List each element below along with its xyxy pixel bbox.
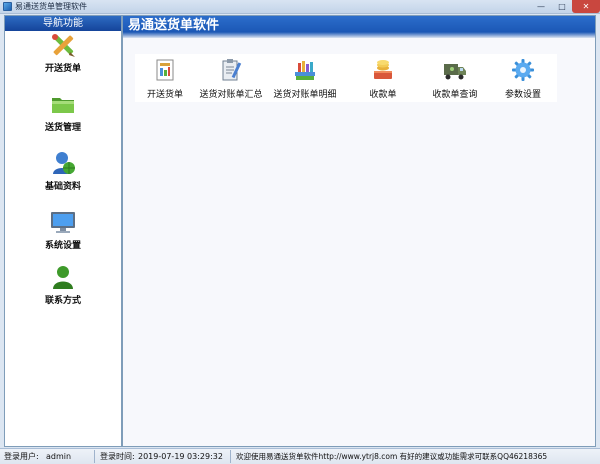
tool-receipt-query[interactable]: 收款单查询 — [425, 58, 485, 101]
maximize-button[interactable]: □ — [552, 0, 572, 13]
login-time-label: 登录时间: — [100, 452, 135, 461]
login-time-value: 2019-07-19 03:29:32 — [138, 452, 223, 461]
nav-item-system-settings[interactable]: 系统设置 — [5, 209, 121, 252]
login-user-value: admin — [46, 452, 72, 461]
window-title: 易通送货单管理软件 — [15, 2, 87, 11]
nav-item-delivery-management[interactable]: 送货管理 — [5, 91, 121, 134]
close-button[interactable]: ✕ — [572, 0, 600, 13]
nav-label: 送货管理 — [44, 123, 81, 133]
person-icon — [53, 266, 73, 289]
main-panel: 易通送货单软件 开送货单 送货对账单汇总 送货对账单明细 收款单 收款单查询 参… — [122, 15, 596, 447]
nav-label: 联系方式 — [44, 296, 81, 306]
toolbar: 开送货单 送货对账单汇总 送货对账单明细 收款单 收款单查询 参数设置 — [135, 54, 557, 102]
tool-statement-detail[interactable]: 送货对账单明细 — [271, 58, 339, 101]
tool-parameter-settings[interactable]: 参数设置 — [497, 58, 549, 101]
nav-item-contact[interactable]: 联系方式 — [5, 264, 121, 307]
minimize-button[interactable]: — — [530, 0, 552, 13]
tool-label: 开送货单 — [146, 90, 183, 100]
delivery-truck-icon — [444, 64, 466, 80]
tool-label: 送货对账单汇总 — [199, 90, 263, 100]
user-globe-icon — [53, 152, 75, 174]
banner: 易通送货单软件 — [123, 16, 595, 38]
invoice-icon — [156, 59, 174, 81]
books-icon — [295, 61, 315, 80]
tool-label: 收款单 — [369, 90, 397, 100]
status-bar: 登录用户: admin 登录时间: 2019-07-19 03:29:32 欢迎… — [0, 448, 600, 464]
title-bar: 易通送货单管理软件 — □ ✕ — [0, 0, 600, 14]
tool-new-delivery[interactable]: 开送货单 — [139, 58, 191, 101]
nav-header: 导航功能 — [5, 16, 121, 31]
tool-statement-summary[interactable]: 送货对账单汇总 — [197, 58, 265, 101]
monitor-icon — [51, 212, 75, 233]
tool-label: 参数设置 — [504, 90, 541, 100]
login-user-label: 登录用户: — [4, 452, 39, 461]
nav-label: 开送货单 — [44, 64, 81, 74]
app-icon — [3, 2, 12, 11]
pencil-ruler-icon — [52, 34, 75, 57]
coins-icon — [374, 60, 392, 79]
nav-item-basic-data[interactable]: 基础资料 — [5, 150, 121, 193]
nav-label: 系统设置 — [44, 241, 81, 251]
tool-label: 送货对账单明细 — [273, 90, 337, 100]
status-message: 欢迎使用易通送货单软件http://www.ytrj8.com 有好的建议或功能… — [236, 452, 548, 461]
nav-label: 基础资料 — [44, 182, 81, 192]
tool-receipt[interactable]: 收款单 — [361, 58, 405, 101]
folder-icon — [52, 98, 74, 113]
gear-icon — [512, 59, 534, 81]
banner-title: 易通送货单软件 — [128, 18, 220, 33]
clipboard-pencil-icon — [222, 59, 242, 81]
status-separator — [94, 450, 95, 463]
tool-label: 收款单查询 — [432, 90, 478, 100]
status-separator — [230, 450, 231, 463]
nav-panel: 导航功能 开送货单 送货管理 基础资料 系统设置 联系方式 — [4, 15, 122, 447]
nav-item-new-delivery[interactable]: 开送货单 — [5, 32, 121, 75]
